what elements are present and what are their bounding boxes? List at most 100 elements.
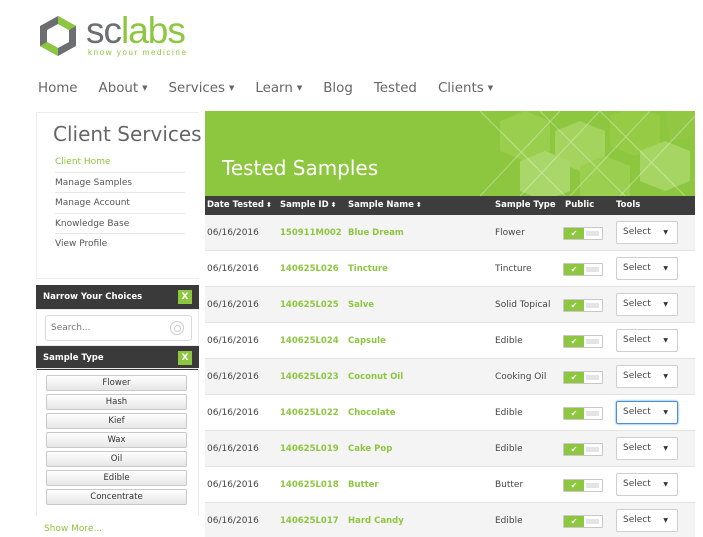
chevron-down-icon: ▼ bbox=[663, 265, 668, 272]
cell-sample-id[interactable]: 140625L024 bbox=[280, 323, 339, 359]
cell-date-tested: 06/16/2016 bbox=[207, 408, 259, 418]
table-row: 06/16/2016 140625L018 Butter Butter ✔ Select ▼ bbox=[205, 467, 695, 503]
cell-sample-type: Tincture bbox=[495, 264, 532, 274]
col-public: Public bbox=[565, 200, 595, 210]
public-toggle[interactable]: ✔ bbox=[563, 371, 603, 384]
cell-date-tested: 06/16/2016 bbox=[207, 444, 259, 454]
cell-sample-name[interactable]: Capsule bbox=[348, 323, 386, 359]
cell-sample-id[interactable]: 140625L026 bbox=[280, 251, 339, 287]
nav-item-home[interactable]: Home bbox=[38, 81, 78, 101]
toggle-off-handle bbox=[586, 375, 599, 380]
tools-select[interactable]: Select ▼ bbox=[616, 509, 678, 532]
cell-sample-name[interactable]: Blue Dream bbox=[348, 215, 404, 251]
check-icon: ✔ bbox=[564, 336, 584, 347]
nav-item-tested[interactable]: Tested bbox=[374, 81, 417, 101]
tools-select[interactable]: Select ▼ bbox=[616, 365, 678, 388]
cell-sample-name[interactable]: Coconut Oil bbox=[348, 359, 403, 395]
cell-date-tested: 06/16/2016 bbox=[207, 264, 259, 274]
public-toggle[interactable]: ✔ bbox=[563, 227, 603, 240]
tools-select[interactable]: Select ▼ bbox=[616, 401, 678, 424]
public-toggle[interactable]: ✔ bbox=[563, 335, 603, 348]
cell-sample-type: Flower bbox=[495, 228, 525, 238]
table-row: 06/16/2016 140625L019 Cake Pop Edible ✔ Selec… bbox=[205, 431, 695, 467]
table-row: 06/16/2016 140625L025 Salve Solid Topical ✔ S… bbox=[205, 287, 695, 323]
sample-type-kief-button[interactable]: Kief bbox=[46, 413, 187, 429]
sclabs-logo[interactable]: sclabs know your medicine bbox=[36, 10, 206, 58]
cell-date-tested: 06/16/2016 bbox=[207, 228, 259, 238]
show-more-link[interactable]: Show More... bbox=[44, 524, 102, 534]
sample-type-wax-button[interactable]: Wax bbox=[46, 432, 187, 448]
check-icon: ✔ bbox=[564, 408, 584, 419]
narrow-choices-title: Narrow Your Choices bbox=[43, 292, 143, 302]
tools-select[interactable]: Select ▼ bbox=[616, 437, 678, 460]
table-row: 06/16/2016 150911M002 Blue Dream Flower ✔ Sel… bbox=[205, 215, 695, 251]
tools-select[interactable]: Select ▼ bbox=[616, 293, 678, 316]
tools-select[interactable]: Select ▼ bbox=[616, 473, 678, 496]
cell-sample-id[interactable]: 140625L017 bbox=[280, 503, 339, 537]
client-services-title: Client Services bbox=[53, 122, 202, 146]
nav-item-learn[interactable]: Learn ▼ bbox=[255, 81, 302, 101]
sidebar-item-client-home[interactable]: Client Home bbox=[55, 152, 185, 173]
table-row: 06/16/2016 140625L024 Capsule Edible ✔ Select… bbox=[205, 323, 695, 359]
nav-item-blog[interactable]: Blog bbox=[323, 81, 353, 101]
sample-type-oil-button[interactable]: Oil bbox=[46, 451, 187, 467]
cell-sample-id[interactable]: 140625L023 bbox=[280, 359, 339, 395]
cell-sample-type: Edible bbox=[495, 336, 523, 346]
sample-type-edible-button[interactable]: Edible bbox=[46, 470, 187, 486]
cell-sample-id[interactable]: 150911M002 bbox=[280, 215, 342, 251]
sample-type-hash-button[interactable]: Hash bbox=[46, 394, 187, 410]
sidebar-item-view-profile[interactable]: View Profile bbox=[55, 234, 185, 255]
search-panel bbox=[36, 309, 199, 346]
check-icon: ✔ bbox=[564, 444, 584, 455]
public-toggle[interactable]: ✔ bbox=[563, 515, 603, 528]
cell-sample-type: Edible bbox=[495, 444, 523, 454]
col-sample-type: Sample Type bbox=[495, 200, 556, 210]
sidebar-item-manage-samples[interactable]: Manage Samples bbox=[55, 173, 185, 194]
cell-sample-id[interactable]: 140625L022 bbox=[280, 395, 339, 431]
samples-table-header: Date Tested ⬍ Sample ID ⬍ Sample Name ⬍ Sam… bbox=[205, 196, 695, 215]
cell-sample-id[interactable]: 140625L018 bbox=[280, 467, 339, 503]
cell-sample-id[interactable]: 140625L019 bbox=[280, 431, 339, 467]
sort-icon: ⬍ bbox=[330, 201, 337, 209]
tools-select[interactable]: Select ▼ bbox=[616, 329, 678, 352]
public-toggle[interactable]: ✔ bbox=[563, 407, 603, 420]
sample-type-flower-button[interactable]: Flower bbox=[46, 375, 187, 391]
col-sample-name[interactable]: Sample Name ⬍ bbox=[348, 196, 422, 215]
toggle-off-handle bbox=[586, 411, 599, 416]
sidebar-item-manage-account[interactable]: Manage Account bbox=[55, 193, 185, 214]
check-icon: ✔ bbox=[564, 264, 584, 275]
cell-sample-name[interactable]: Hard Candy bbox=[348, 503, 404, 537]
public-toggle[interactable]: ✔ bbox=[563, 299, 603, 312]
search-icon[interactable] bbox=[170, 321, 184, 335]
nav-item-services[interactable]: Services ▼ bbox=[169, 81, 235, 101]
tools-select[interactable]: Select ▼ bbox=[616, 221, 678, 244]
tools-select[interactable]: Select ▼ bbox=[616, 257, 678, 280]
col-sample-id[interactable]: Sample ID ⬍ bbox=[280, 196, 337, 215]
public-toggle[interactable]: ✔ bbox=[563, 479, 603, 492]
sort-icon: ⬍ bbox=[415, 201, 422, 209]
public-toggle[interactable]: ✔ bbox=[563, 443, 603, 456]
sample-type-concentrate-button[interactable]: Concentrate bbox=[46, 489, 187, 505]
client-services-menu: Client Home Manage Samples Manage Account K… bbox=[55, 152, 185, 255]
table-row: 06/16/2016 140625L017 Hard Candy Edible ✔ Sel… bbox=[205, 503, 695, 537]
cell-sample-name[interactable]: Salve bbox=[348, 287, 374, 323]
cell-sample-name[interactable]: Chocolate bbox=[348, 395, 396, 431]
cell-sample-name[interactable]: Butter bbox=[348, 467, 379, 503]
nav-item-about[interactable]: About ▼ bbox=[99, 81, 148, 101]
sidebar-item-knowledge-base[interactable]: Knowledge Base bbox=[55, 214, 185, 235]
chevron-down-icon: ▼ bbox=[663, 445, 668, 452]
cell-date-tested: 06/16/2016 bbox=[207, 480, 259, 490]
nav-item-clients[interactable]: Clients ▼ bbox=[438, 81, 493, 101]
cell-sample-id[interactable]: 140625L025 bbox=[280, 287, 339, 323]
public-toggle[interactable]: ✔ bbox=[563, 263, 603, 276]
tools-select-label: Select bbox=[623, 479, 651, 489]
cell-date-tested: 06/16/2016 bbox=[207, 516, 259, 526]
sample-type-close-button[interactable]: X bbox=[178, 351, 192, 365]
tools-select-label: Select bbox=[623, 299, 651, 309]
tools-select-label: Select bbox=[623, 443, 651, 453]
narrow-close-button[interactable]: X bbox=[178, 290, 192, 304]
col-date-tested[interactable]: Date Tested ⬍ bbox=[207, 196, 272, 215]
cell-sample-name[interactable]: Tincture bbox=[348, 251, 388, 287]
cell-sample-name[interactable]: Cake Pop bbox=[348, 431, 392, 467]
page-title: Tested Samples bbox=[222, 156, 379, 180]
